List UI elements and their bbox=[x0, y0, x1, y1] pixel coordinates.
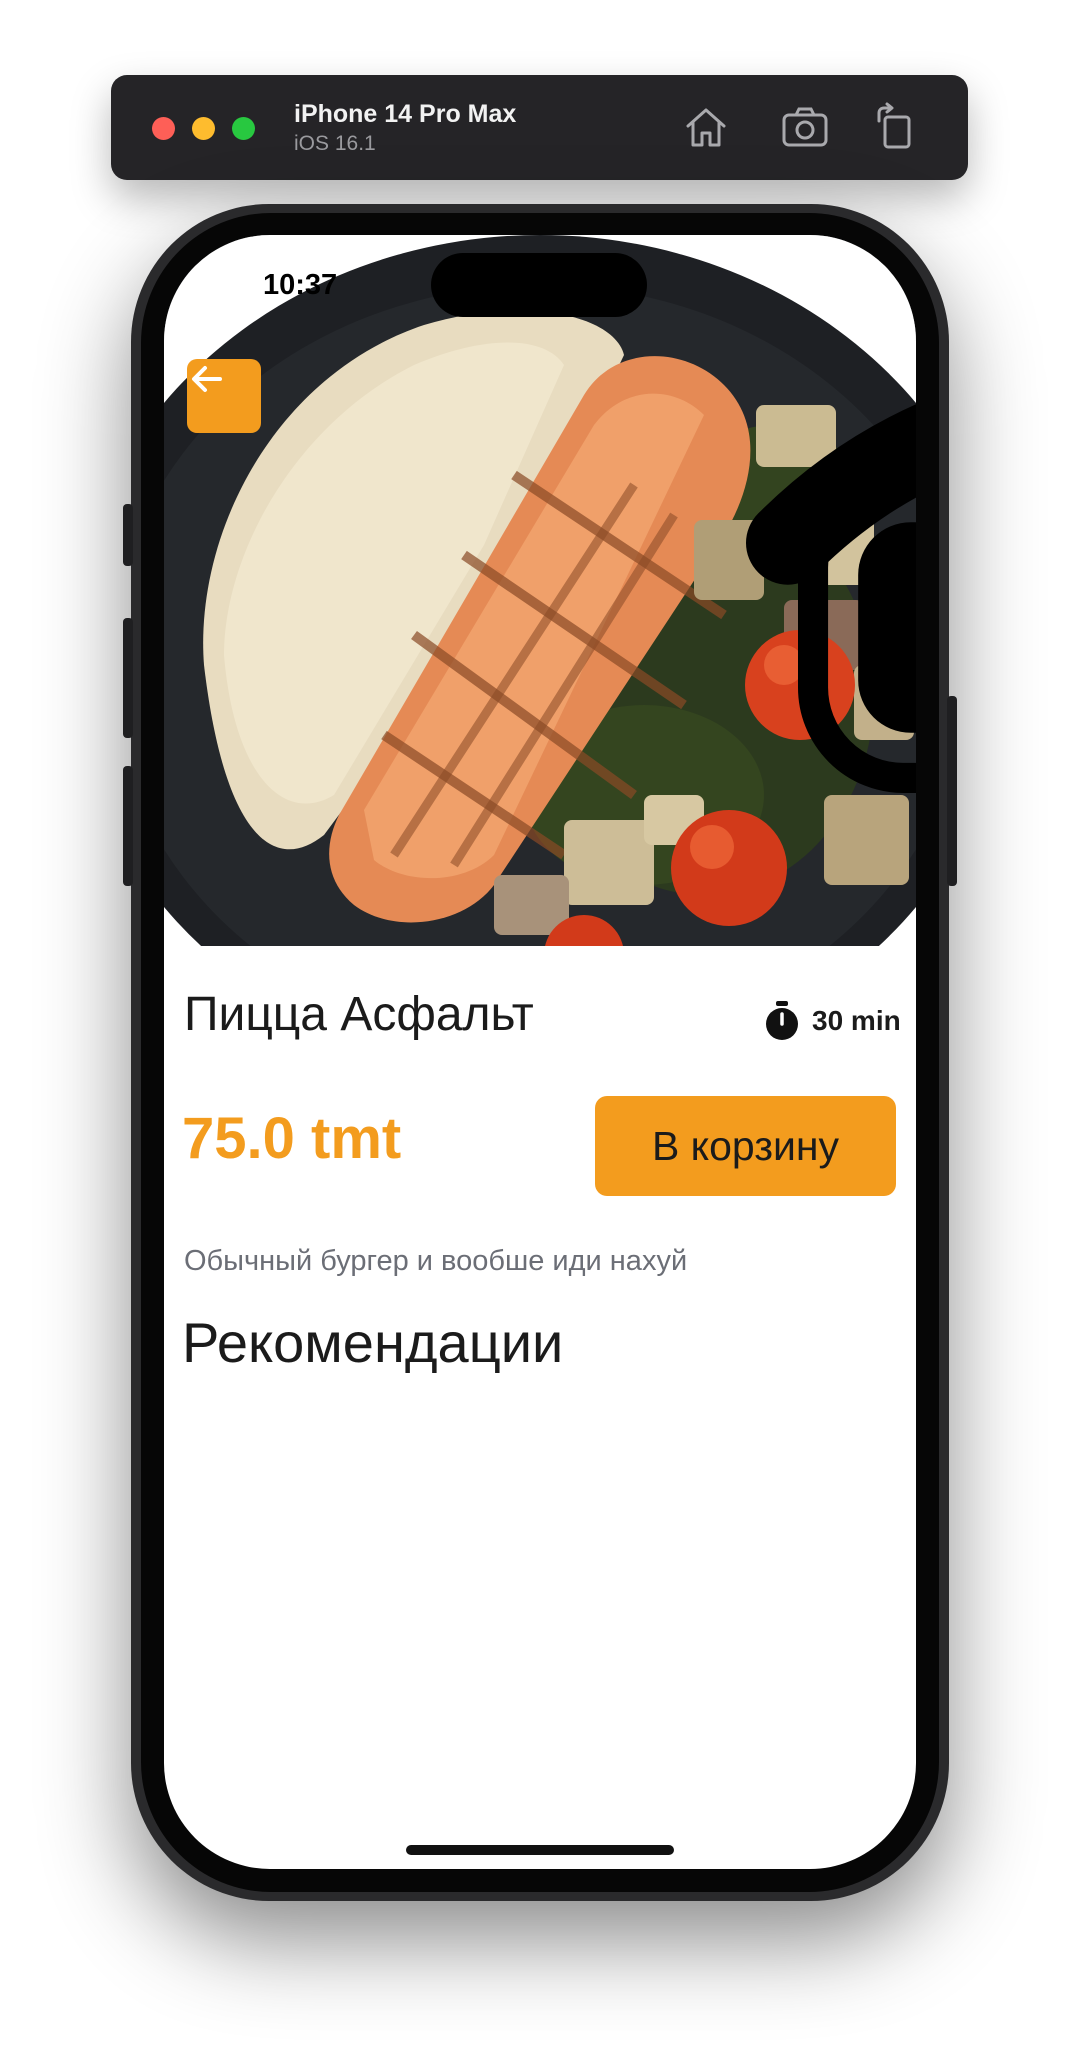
stopwatch-icon bbox=[766, 1001, 798, 1040]
app-screen: 10:37 Пицца Асфальт 30 min 75.0 tmt В ко… bbox=[164, 235, 916, 1869]
dynamic-island bbox=[431, 253, 647, 317]
add-to-cart-button[interactable]: В корзину bbox=[595, 1096, 896, 1196]
minimize-window-button[interactable] bbox=[192, 117, 215, 140]
product-name: Пицца Асфальт bbox=[184, 988, 534, 1041]
product-price: 75.0 tmt bbox=[182, 1106, 402, 1171]
back-button[interactable] bbox=[187, 359, 261, 433]
recommendations-title: Рекомендации bbox=[182, 1311, 564, 1374]
wifi-icon bbox=[746, 271, 916, 711]
status-time: 10:37 bbox=[263, 269, 338, 301]
home-indicator[interactable] bbox=[406, 1845, 674, 1855]
power-button bbox=[947, 696, 957, 886]
volume-down-button bbox=[123, 766, 133, 886]
close-window-button[interactable] bbox=[152, 117, 175, 140]
rotate-icon[interactable] bbox=[871, 101, 923, 153]
product-image: 10:37 bbox=[164, 235, 916, 946]
os-version: iOS 16.1 bbox=[294, 132, 376, 155]
battery-icon bbox=[798, 272, 916, 793]
screenshot-icon[interactable] bbox=[779, 101, 831, 153]
arrow-left-icon bbox=[192, 366, 222, 392]
silent-switch bbox=[123, 504, 133, 566]
device-name: iPhone 14 Pro Max bbox=[294, 100, 517, 128]
zoom-window-button[interactable] bbox=[232, 117, 255, 140]
cook-time-label: 30 min bbox=[812, 1005, 901, 1036]
volume-up-button bbox=[123, 618, 133, 738]
product-description: Обычный бургер и вообше иди нахуй bbox=[184, 1245, 688, 1277]
cook-time: 30 min bbox=[764, 1001, 901, 1041]
simulator-toolbar: iPhone 14 Pro Max iOS 16.1 bbox=[111, 75, 968, 180]
home-icon[interactable] bbox=[680, 101, 732, 153]
